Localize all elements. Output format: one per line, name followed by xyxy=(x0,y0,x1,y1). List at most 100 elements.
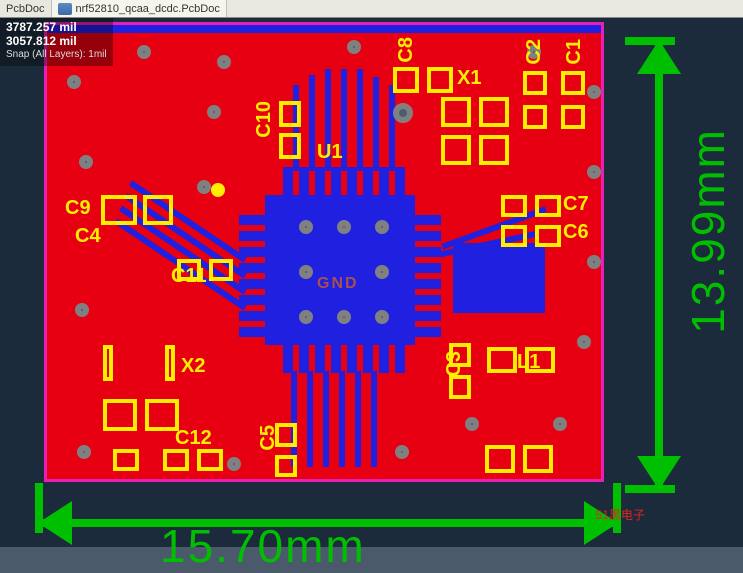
cursor-readout: 3787.257 mil 3057.812 mil Snap (All Laye… xyxy=(0,18,113,66)
via xyxy=(299,265,313,279)
via xyxy=(337,220,351,234)
designator-u1: U1 xyxy=(317,141,343,164)
via xyxy=(553,417,567,431)
pad xyxy=(479,97,509,127)
tab-file-1[interactable]: PcbDoc xyxy=(0,0,52,17)
pcb-board[interactable]: GND C8 X1 C2 C1 C10 U1 C9 C4 C11 C7 C6 X… xyxy=(44,22,604,482)
via xyxy=(67,75,81,89)
via xyxy=(395,445,409,459)
pad xyxy=(535,225,561,247)
pad xyxy=(479,135,509,165)
pad xyxy=(523,445,553,473)
via xyxy=(337,310,351,324)
via xyxy=(375,265,389,279)
pad xyxy=(163,449,189,471)
designator-c11: C11 xyxy=(171,265,207,288)
trace xyxy=(309,75,315,171)
pad xyxy=(393,67,419,93)
designator-c6: C6 xyxy=(563,221,589,244)
designator-c1: C1 xyxy=(563,39,586,65)
pad xyxy=(485,445,515,473)
pad xyxy=(487,347,517,373)
via xyxy=(375,220,389,234)
pad xyxy=(561,105,585,129)
copper-fill xyxy=(453,243,545,313)
dimension-vertical xyxy=(619,40,689,490)
pad xyxy=(113,449,139,471)
via xyxy=(207,105,221,119)
pad xyxy=(209,259,233,281)
via xyxy=(299,310,313,324)
designator-c2: C2 xyxy=(523,39,546,65)
pad xyxy=(449,375,471,399)
designator-c5: C5 xyxy=(257,425,280,451)
designator-c9: C9 xyxy=(65,197,91,220)
tab-file-2[interactable]: nrf52810_qcaa_dcdc.PcbDoc xyxy=(52,0,227,17)
pin1-marker xyxy=(211,183,225,197)
pad xyxy=(275,455,297,477)
trace xyxy=(389,85,395,171)
via xyxy=(375,310,389,324)
via xyxy=(347,40,361,54)
via xyxy=(587,255,601,269)
silk-text-gnd: GND xyxy=(317,275,359,293)
pad xyxy=(279,101,301,127)
designator-c12: C12 xyxy=(175,427,212,450)
coord-y: 3057.812 mil xyxy=(6,34,107,48)
via xyxy=(227,457,241,471)
via xyxy=(197,180,211,194)
tab-bar: PcbDoc nrf52810_qcaa_dcdc.PcbDoc xyxy=(0,0,743,18)
trace xyxy=(357,69,363,171)
trace xyxy=(373,77,379,171)
pad xyxy=(165,345,175,381)
trace xyxy=(291,371,297,467)
pad xyxy=(535,195,561,217)
designator-x2: X2 xyxy=(181,355,205,378)
trace xyxy=(323,371,329,467)
pad xyxy=(143,195,173,225)
via xyxy=(299,220,313,234)
via xyxy=(465,417,479,431)
via xyxy=(79,155,93,169)
pad xyxy=(523,105,547,129)
designator-c8: C8 xyxy=(395,37,418,63)
pad xyxy=(523,71,547,95)
via xyxy=(587,85,601,99)
watermark-text: 51黑电子 xyxy=(596,506,645,523)
designator-c3: C3 xyxy=(443,351,466,377)
dimension-height-label: 13.99mm xyxy=(681,128,735,334)
tab-label: PcbDoc xyxy=(6,3,45,15)
dimension-width-label: 15.70mm xyxy=(160,519,366,573)
pad xyxy=(501,225,527,247)
pad xyxy=(197,449,223,471)
pad xyxy=(279,133,301,159)
designator-c10: C10 xyxy=(253,101,276,138)
designator-l1: L1 xyxy=(517,351,540,374)
via xyxy=(577,335,591,349)
pad xyxy=(441,97,471,127)
pad xyxy=(427,67,453,93)
designator-c7: C7 xyxy=(563,193,589,216)
via xyxy=(393,103,413,123)
designator-c4: C4 xyxy=(75,225,101,248)
tab-label: nrf52810_qcaa_dcdc.PcbDoc xyxy=(76,3,220,15)
pad xyxy=(101,195,137,225)
pad xyxy=(103,399,137,431)
designator-x1: X1 xyxy=(457,67,481,90)
trace xyxy=(307,371,313,467)
via xyxy=(75,303,89,317)
via xyxy=(217,55,231,69)
pad xyxy=(441,135,471,165)
pad xyxy=(103,345,113,381)
document-icon xyxy=(58,3,72,15)
pad xyxy=(561,71,585,95)
pad xyxy=(145,399,179,431)
via xyxy=(77,445,91,459)
via xyxy=(587,165,601,179)
trace xyxy=(371,371,377,467)
pcb-workspace[interactable]: 3787.257 mil 3057.812 mil Snap (All Laye… xyxy=(0,18,743,547)
copper-fill xyxy=(47,25,601,33)
trace xyxy=(339,371,345,467)
via xyxy=(137,45,151,59)
pad xyxy=(501,195,527,217)
